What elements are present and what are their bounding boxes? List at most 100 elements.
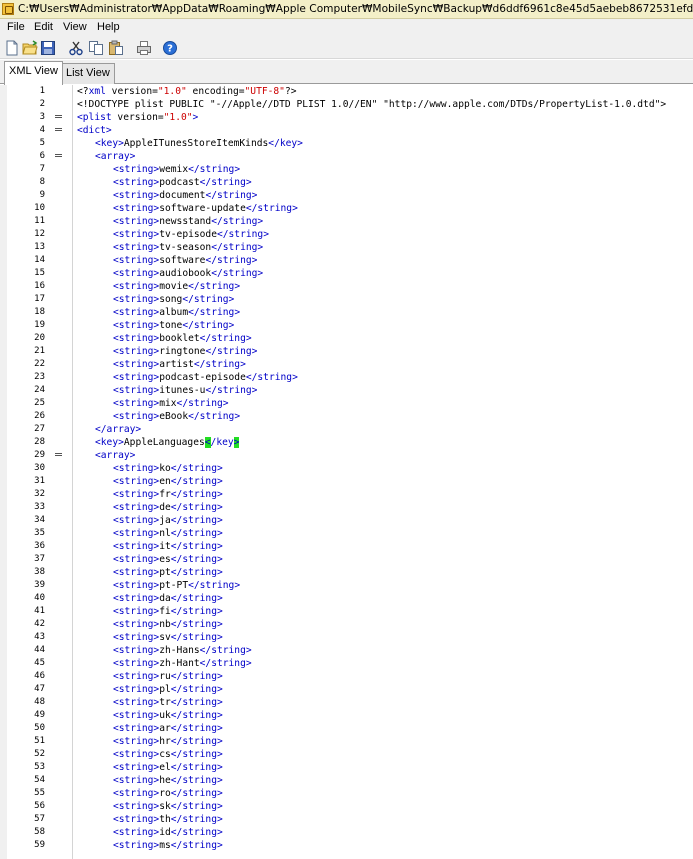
print-icon[interactable] [136,40,152,56]
code-line[interactable]: <string>podcast-episode</string> [113,371,298,384]
code-line[interactable]: <string>nl</string> [113,527,223,540]
xml-tag: </string> [170,554,223,565]
code-line[interactable]: <string>newsstand</string> [113,215,263,228]
code-line[interactable]: <string>tv-episode</string> [113,228,269,241]
code-area[interactable]: <?xml version="1.0" encoding="UTF-8"?> <!… [73,85,693,859]
code-line[interactable]: <string>pl</string> [113,683,223,696]
code-line[interactable]: <string>document</string> [113,189,257,202]
xml-text: tv-season [159,242,212,253]
code-line[interactable]: <string>it</string> [113,540,223,553]
menu-file[interactable]: File [6,21,26,33]
xml-declaration: ?> [284,86,297,97]
code-line[interactable]: <string>ro</string> [113,787,223,800]
save-icon[interactable] [40,40,56,56]
code-line[interactable]: <string>mix</string> [113,397,229,410]
code-line[interactable]: <array> [95,449,135,462]
menu-view[interactable]: View [62,21,88,33]
code-line[interactable]: <string>ringtone</string> [113,345,257,358]
code-line[interactable]: <string>wemix</string> [113,163,240,176]
xml-tag: </string> [188,307,241,318]
xml-text: da [159,593,171,604]
code-line[interactable]: <string>album</string> [113,306,240,319]
code-line[interactable]: <string>pt-PT</string> [113,579,240,592]
fold-toggle-icon[interactable] [55,452,62,459]
code-line[interactable]: <string>hr</string> [113,735,223,748]
code-line[interactable]: <string>fr</string> [113,488,223,501]
code-line[interactable]: <string>nb</string> [113,618,223,631]
xml-text: he [159,775,171,786]
fold-toggle-icon[interactable] [55,114,62,121]
code-line[interactable]: <string>ja</string> [113,514,223,527]
code-line[interactable]: <string>zh-Hans</string> [113,644,252,657]
tab-list-view[interactable]: List View [61,63,115,84]
fold-toggle-icon[interactable] [55,127,62,134]
code-line[interactable]: <string>ar</string> [113,722,223,735]
code-line[interactable]: <string>artist</string> [113,358,246,371]
xml-tag: <string> [113,463,160,474]
xml-editor[interactable]: 1 2 3 4 5 6 7 8 9 10 11 12 13 14 15 16 17 18 19 20 21 22 23 24 2… [0,85,693,859]
copy-icon[interactable] [88,40,104,56]
code-line[interactable]: <!DOCTYPE plist PUBLIC "-//Apple//DTD PL… [77,98,666,111]
code-line[interactable]: <string>tv-season</string> [113,241,263,254]
code-line[interactable]: <key>AppleLanguages</key> [95,436,240,449]
xml-text: es [159,554,171,565]
xml-tag: </string> [199,333,252,344]
menu-help[interactable]: Help [96,21,121,33]
code-line[interactable]: <string>de</string> [113,501,223,514]
code-line[interactable]: <string>sk</string> [113,800,223,813]
paste-icon[interactable] [108,40,124,56]
code-line[interactable]: </array> [95,423,141,436]
code-line[interactable]: <string>id</string> [113,826,223,839]
code-line[interactable]: <string>en</string> [113,475,223,488]
code-line[interactable]: <string>booklet</string> [113,332,252,345]
xml-tag: <string> [113,346,160,357]
code-line[interactable]: <string>cs</string> [113,748,223,761]
code-line[interactable]: <string>fi</string> [113,605,223,618]
help-icon[interactable]: ? [162,40,178,56]
code-line[interactable]: <string>eBook</string> [113,410,240,423]
new-icon[interactable] [4,40,20,56]
tab-xml-view[interactable]: XML View [4,61,63,85]
xml-text: de [159,502,171,513]
code-line[interactable]: <string>sv</string> [113,631,223,644]
code-line[interactable]: <string>software</string> [113,254,257,267]
code-line[interactable]: <string>audiobook</string> [113,267,263,280]
code-line[interactable]: <plist version="1.0"> [77,111,198,124]
menu-edit[interactable]: Edit [33,21,54,33]
code-line[interactable]: <string>tone</string> [113,319,234,332]
cut-icon[interactable] [68,40,84,56]
code-line[interactable]: <string>ko</string> [113,462,223,475]
code-line[interactable]: <key>AppleITunesStoreItemKinds</key> [95,137,303,150]
code-line[interactable]: <string>ru</string> [113,670,223,683]
xml-tag: </string> [170,827,223,838]
code-line[interactable]: <string>software-update</string> [113,202,298,215]
xml-tag: </string> [170,476,223,487]
code-line[interactable]: <string>th</string> [113,813,223,826]
code-line[interactable]: <string>podcast</string> [113,176,252,189]
code-line[interactable]: <string>el</string> [113,761,223,774]
code-line[interactable]: <string>itunes-u</string> [113,384,257,397]
xml-tag: </string> [170,632,223,643]
code-line[interactable]: <string>pt</string> [113,566,223,579]
bracket-match-highlight: > [233,437,240,448]
code-line[interactable]: <dict> [77,124,112,137]
code-line[interactable]: <string>es</string> [113,553,223,566]
xml-tag: <string> [113,528,160,539]
code-line[interactable]: <string>uk</string> [113,709,223,722]
xml-tag: <string> [113,307,160,318]
code-line[interactable]: <array> [95,150,135,163]
line-number: 15 [34,268,45,278]
code-line[interactable]: <string>he</string> [113,774,223,787]
code-line[interactable]: <string>movie</string> [113,280,240,293]
xml-tag: </string> [188,281,241,292]
code-line[interactable]: <string>ms</string> [113,839,223,852]
code-line[interactable]: <string>zh-Hant</string> [113,657,252,670]
code-line[interactable]: <string>tr</string> [113,696,223,709]
open-icon[interactable] [22,40,38,56]
code-line[interactable]: <string>song</string> [113,293,234,306]
line-number-gutter: 1 2 3 4 5 6 7 8 9 10 11 12 13 14 15 16 17 18 19 20 21 22 23 24 2… [7,85,73,859]
fold-toggle-icon[interactable] [55,153,62,160]
code-line[interactable]: <string>da</string> [113,592,223,605]
window-title: C:₩Users₩Administrator₩AppData₩Roaming₩A… [18,3,693,15]
code-line[interactable]: <?xml version="1.0" encoding="UTF-8"?> [77,85,297,98]
